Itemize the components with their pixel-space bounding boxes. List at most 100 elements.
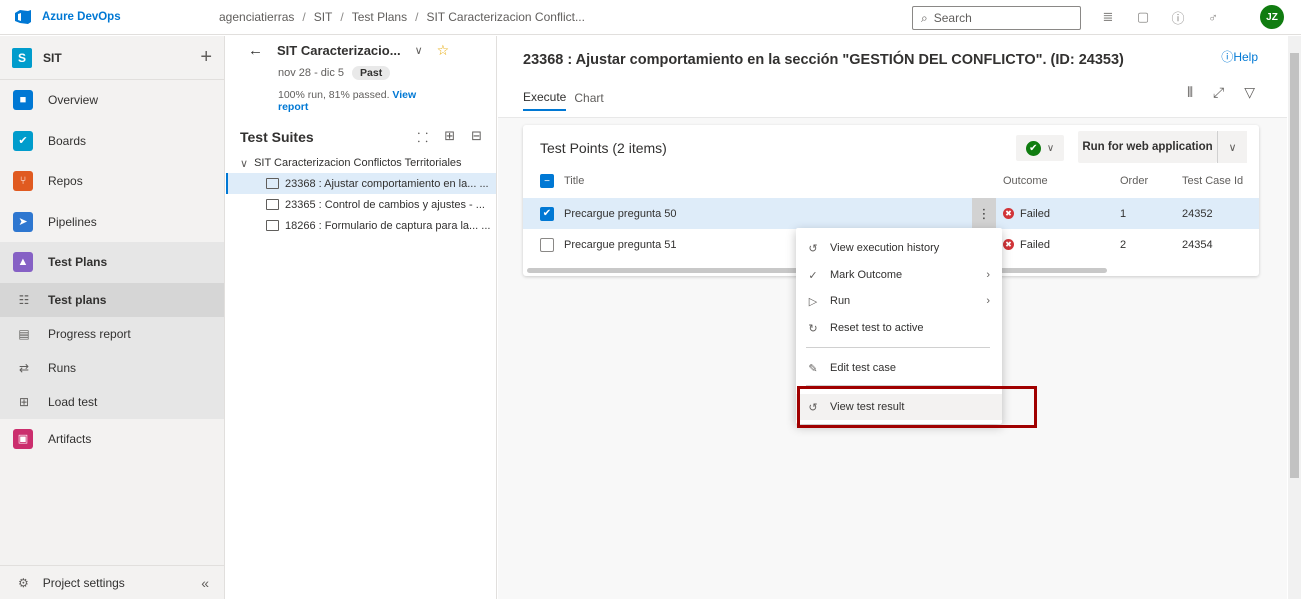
highlight-annotation	[797, 386, 1037, 428]
sidebar-subitem-test-plans[interactable]: ☷ Test plans	[0, 282, 224, 317]
column-order[interactable]: Order	[1120, 175, 1148, 187]
plan-date-range: nov 28 - dic 5	[278, 67, 345, 79]
breadcrumb-org[interactable]: agenciatierras	[219, 10, 294, 24]
chevron-down-icon[interactable]: ∨	[240, 157, 248, 170]
settings-list-icon[interactable]: ≣	[1097, 5, 1119, 29]
avatar[interactable]: JZ	[1260, 5, 1284, 29]
menu-item-edit-test-case[interactable]: ✎ Edit test case	[796, 355, 1002, 381]
add-icon[interactable]: +	[200, 46, 212, 69]
menu-item-reset-test-to-active[interactable]: ↻ Reset test to active	[796, 315, 1002, 341]
help-link[interactable]: ⓘHelp	[1221, 48, 1258, 65]
row-outcome: ✖ Failed	[1003, 239, 1050, 251]
row-test-case-id: 24352	[1182, 207, 1213, 220]
suite-item-label: 23365 : Control de cambios y ajustes - .…	[285, 198, 485, 211]
scrollbar-thumb[interactable]	[1290, 53, 1299, 478]
repos-icon: ⑂	[13, 171, 33, 192]
row-outcome: ✖ Failed	[1003, 208, 1050, 220]
column-options-icon[interactable]: ⫴	[1187, 84, 1193, 101]
sidebar-item-repos[interactable]: ⑂ Repos	[0, 161, 224, 202]
plan-title[interactable]: SIT Caracterizacio...	[277, 43, 401, 58]
hierarchy-icon[interactable]: ⸬	[417, 128, 428, 146]
user-settings-icon[interactable]: ♂	[1202, 5, 1224, 29]
sidebar-item-pipelines[interactable]: ➤ Pipelines	[0, 202, 224, 243]
collapse-all-icon[interactable]: ⊟	[471, 128, 482, 146]
help-icon[interactable]: ⓘ	[1167, 5, 1189, 29]
check-icon: ✓	[808, 269, 818, 282]
column-title[interactable]: Title	[564, 175, 584, 187]
column-outcome[interactable]: Outcome	[1003, 175, 1048, 187]
progress-report-icon: ▤	[18, 326, 30, 341]
suite-item[interactable]: 23365 : Control de cambios y ajustes - .…	[226, 194, 496, 215]
run-options-chevron-icon[interactable]: ∨	[1217, 131, 1247, 163]
suites-toolbar: ⸬ ⊞ ⊟	[417, 128, 482, 146]
sidebar-subitem-progress-report[interactable]: ▤ Progress report	[0, 316, 224, 351]
chevron-right-icon: ›	[986, 269, 990, 281]
suite-item[interactable]: 23368 : Ajustar comportamiento en la... …	[226, 173, 496, 194]
marketplace-bag-icon[interactable]: ▢	[1132, 5, 1154, 29]
tabs: Execute Chart	[523, 84, 604, 111]
runs-icon: ⇄	[18, 360, 30, 375]
view-report-link[interactable]: View	[392, 89, 416, 101]
sidebar-subitem-label: Test plans	[48, 292, 107, 307]
pipelines-icon: ➤	[13, 211, 33, 232]
expand-all-icon[interactable]: ⊞	[444, 128, 455, 146]
view-report-link[interactable]: report	[278, 101, 308, 113]
brand[interactable]: Azure DevOps	[0, 9, 209, 25]
chevron-right-icon: ›	[986, 295, 990, 307]
menu-item-run[interactable]: ▷ Run ›	[796, 288, 1002, 314]
breadcrumb-project[interactable]: SIT	[314, 10, 333, 24]
plan-dates: nov 28 - dic 5 Past	[226, 64, 496, 82]
sidebar-item-label: Pipelines	[48, 214, 97, 229]
sidebar-subitem-runs[interactable]: ⇄ Runs	[0, 350, 224, 385]
row-checkbox[interactable]: ✔	[540, 206, 554, 221]
sidebar-item-artifacts[interactable]: ▣ Artifacts	[0, 419, 224, 460]
breadcrumb-test-plans[interactable]: Test Plans	[352, 10, 407, 24]
test-plans-list-icon: ☷	[18, 292, 30, 307]
suite-item[interactable]: 18266 : Formulario de captura para la...…	[226, 215, 496, 236]
sidebar-item-test-plans[interactable]: ▲ Test Plans	[0, 242, 224, 283]
search-input[interactable]: ⌕ Search	[912, 6, 1081, 30]
sidebar-subitem-load-test[interactable]: ⊞ Load test	[0, 384, 224, 419]
chevron-down-icon: ∨	[1046, 142, 1055, 154]
select-all-checkbox[interactable]: −	[540, 174, 554, 188]
gear-icon: ⚙	[18, 575, 29, 590]
chevron-down-icon[interactable]: ∨	[415, 44, 423, 57]
search-placeholder: Search	[933, 11, 972, 25]
failed-icon: ✖	[1003, 239, 1014, 250]
table-row[interactable]: ✔ Precargue pregunta 50 ⋮ ✖ Failed 1 243…	[523, 198, 1259, 229]
filter-icon[interactable]: ▽	[1244, 84, 1255, 101]
fullscreen-icon[interactable]: ⤢	[1213, 84, 1224, 101]
row-order: 1	[1120, 207, 1127, 220]
more-options-icon[interactable]: ⋮	[972, 198, 996, 229]
breadcrumb-plan[interactable]: SIT Caracterizacion Conflict...	[426, 10, 585, 24]
row-checkbox[interactable]	[540, 237, 554, 252]
suite-root[interactable]: ∨ SIT Caracterizacion Conflictos Territo…	[226, 153, 496, 173]
column-test-case-id[interactable]: Test Case Id	[1182, 175, 1243, 187]
sidebar-subitem-label: Runs	[48, 360, 77, 375]
tab-execute[interactable]: Execute	[523, 84, 567, 111]
menu-item-label: Run	[830, 295, 851, 307]
tab-chart[interactable]: Chart	[574, 84, 603, 111]
plan-progress: 100% run, 81% passed. View report	[226, 89, 496, 113]
vertical-scrollbar[interactable]	[1288, 36, 1301, 599]
run-for-web-application-button[interactable]: Run for web application	[1078, 131, 1217, 163]
suites-title: Test Suites	[240, 129, 314, 145]
project-settings-label: Project settings	[42, 575, 125, 590]
suite-icon	[266, 178, 279, 189]
favorite-star-icon[interactable]: ☆	[437, 42, 450, 59]
menu-item-view-execution-history[interactable]: ↺ View execution history	[796, 235, 1002, 261]
back-arrow-icon[interactable]: ←	[248, 42, 263, 59]
load-test-icon: ⊞	[18, 394, 30, 409]
project-settings[interactable]: ⚙ Project settings «	[0, 565, 225, 599]
test-plans-icon: ▲	[13, 252, 33, 273]
search-icon: ⌕	[921, 10, 928, 25]
menu-item-mark-outcome[interactable]: ✓ Mark Outcome ›	[796, 262, 1002, 288]
project-header[interactable]: S SIT +	[0, 36, 224, 80]
outcome-picker[interactable]: ✔ ∨	[1016, 135, 1064, 161]
sidebar-item-boards[interactable]: ✔ Boards	[0, 121, 224, 162]
collapse-sidebar-icon[interactable]: «	[201, 575, 209, 591]
sidebar-item-overview[interactable]: ■ Overview	[0, 80, 224, 121]
brand-name: Azure DevOps	[42, 11, 121, 23]
azure-devops-logo-icon	[15, 10, 31, 24]
edit-icon: ✎	[808, 362, 818, 375]
